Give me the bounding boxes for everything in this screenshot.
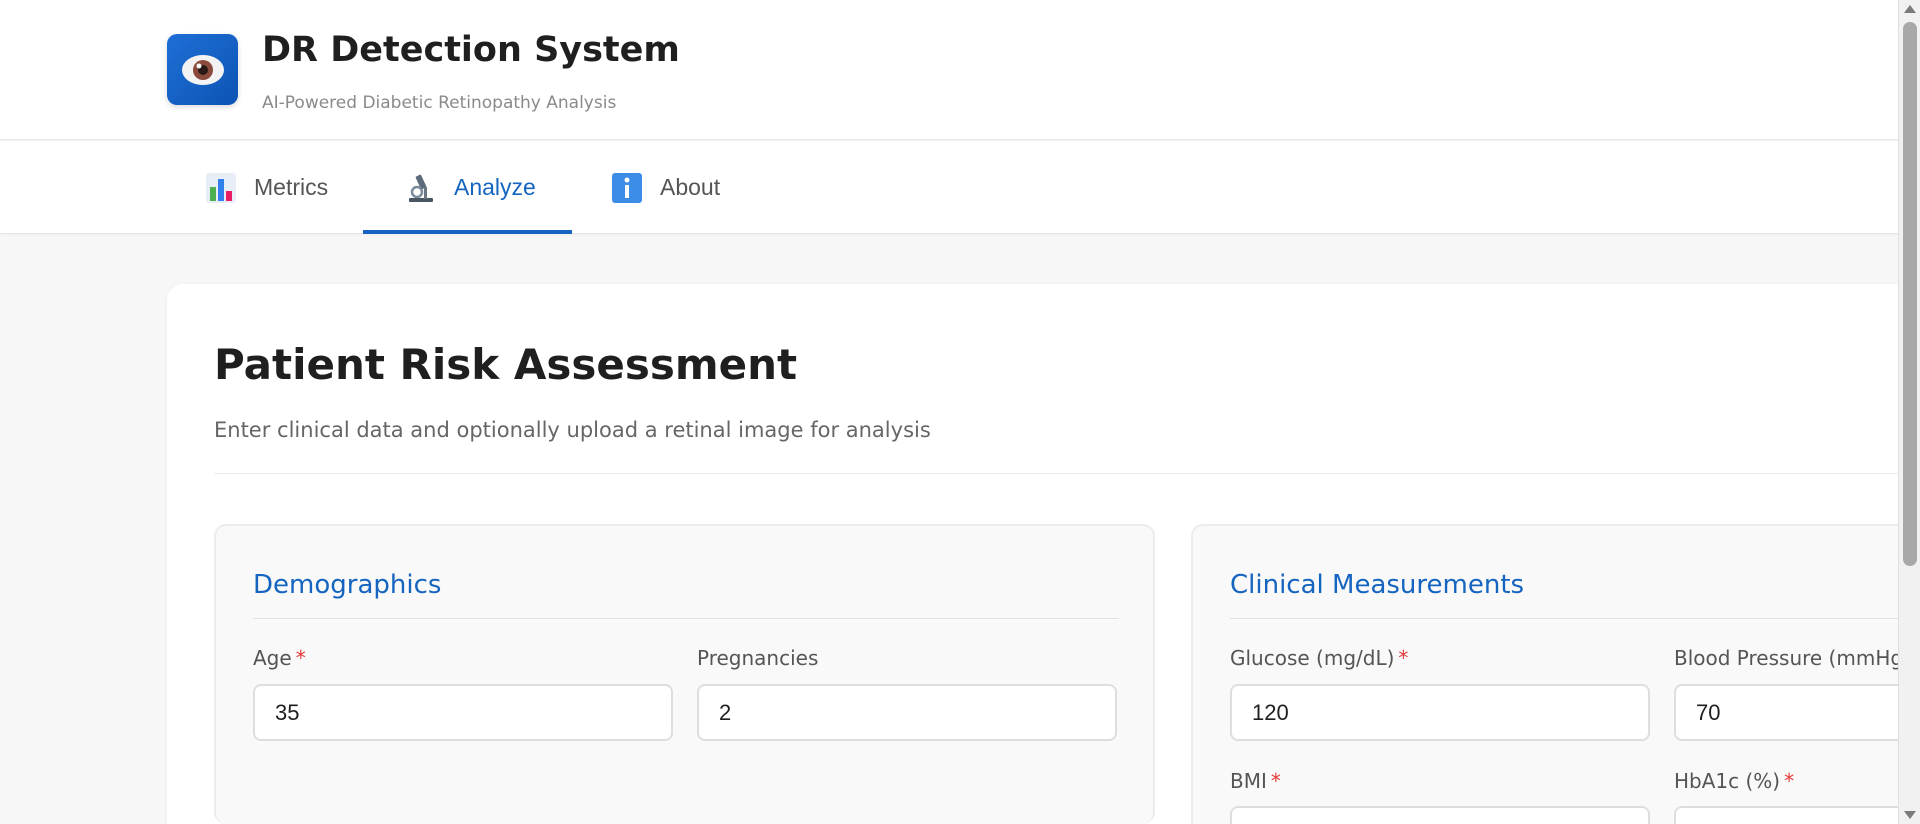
demographics-section: Demographics Age* Pregnancies (214, 524, 1155, 824)
hba1c-input[interactable] (1674, 806, 1898, 824)
section-title: Clinical Measurements (1230, 570, 1525, 600)
scroll-thumb[interactable] (1903, 22, 1917, 566)
scroll-up-arrow-icon[interactable] (1904, 5, 1916, 13)
page-description: Enter clinical data and optionally uploa… (214, 418, 931, 442)
tab-label: About (660, 174, 721, 200)
app-subtitle: AI-Powered Diabetic Retinopathy Analysis (262, 93, 617, 113)
section-divider (1230, 618, 1898, 619)
pregnancies-input[interactable] (697, 684, 1117, 741)
hba1c-label: HbA1c (%) * (1674, 769, 1795, 793)
tab-label: Metrics (254, 174, 329, 200)
required-marker: * (1398, 646, 1409, 670)
blood-pressure-label: Blood Pressure (mmHg) (1674, 646, 1898, 670)
bmi-input[interactable] (1230, 806, 1650, 824)
pregnancies-label: Pregnancies (697, 646, 819, 670)
page-title: Patient Risk Assessment (214, 340, 798, 389)
required-marker: * (295, 646, 306, 670)
bar-chart-icon (206, 172, 236, 203)
age-input[interactable] (253, 684, 673, 741)
tab-analyze[interactable]: Analyze (363, 141, 572, 234)
required-marker: * (1270, 769, 1281, 793)
tab-label: Analyze (454, 174, 536, 200)
bmi-label: BMI * (1230, 769, 1281, 793)
app-title: DR Detection System (262, 30, 680, 70)
eye-icon (182, 55, 224, 85)
divider (214, 473, 1898, 474)
microscope-icon (406, 173, 436, 203)
section-title: Demographics (253, 570, 442, 600)
blood-pressure-input[interactable] (1674, 684, 1898, 741)
vertical-scrollbar[interactable] (1898, 0, 1920, 824)
clinical-section: Clinical Measurements Glucose (mg/dL)* B… (1191, 524, 1898, 824)
app-header: DR Detection System AI-Powered Diabetic … (0, 0, 1898, 140)
tab-metrics[interactable]: Metrics (206, 141, 328, 234)
app-logo (167, 34, 238, 105)
required-marker: * (1784, 769, 1795, 793)
section-divider (253, 618, 1119, 619)
info-icon (612, 172, 642, 203)
tab-about[interactable]: About (612, 141, 720, 234)
glucose-label: Glucose (mg/dL) * (1230, 646, 1409, 670)
glucose-input[interactable] (1230, 684, 1650, 741)
scroll-down-arrow-icon[interactable] (1904, 811, 1916, 819)
tab-bar: Metrics Analyze About (0, 141, 1898, 234)
age-label: Age * (253, 646, 306, 670)
